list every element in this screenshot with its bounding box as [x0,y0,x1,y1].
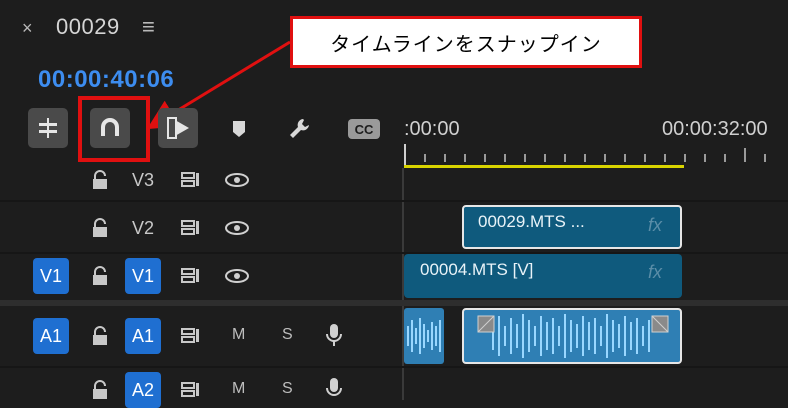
track-target-a2[interactable]: A2 [125,372,161,408]
clip-v1[interactable]: 00004.MTS [V] fx [404,254,682,298]
track-target-a2-label: A2 [131,379,155,400]
timeline-settings-button[interactable] [286,115,314,143]
track-target-a1-label: A1 [131,325,155,346]
source-patch-a1[interactable]: A1 [33,318,69,354]
ruler-mark-label: 00:00:32:00 [662,118,768,140]
sync-lock-v3-icon[interactable] [180,170,202,195]
time-ruler[interactable] [404,144,788,174]
track-separator [0,200,788,202]
wrench-icon [290,119,309,138]
linked-selection-button[interactable] [158,108,198,148]
captions-button[interactable]: CC [348,119,380,139]
nest-icon [39,118,57,138]
linked-selection-icon [167,117,189,139]
source-patch-v1-label: V1 [39,265,63,286]
track-name-v2[interactable]: V2 [132,218,154,239]
toggle-output-v1-eye-icon[interactable] [224,266,250,291]
track-target-v1-label: V1 [131,265,155,286]
track-separator [0,366,788,368]
marker-icon [233,121,245,137]
fx-badge-v2: fx [648,215,663,235]
lock-track-v3-icon[interactable] [90,170,110,195]
track-name-v3[interactable]: V3 [132,170,154,191]
lock-track-a1-icon[interactable] [90,326,110,351]
toggle-output-v3-eye-icon[interactable] [224,170,250,195]
toggle-output-v2-eye-icon[interactable] [224,218,250,243]
voice-over-record-a1-icon[interactable] [324,322,344,353]
insert-nested-sequence-button[interactable] [28,108,68,148]
track-target-a1[interactable]: A1 [125,318,161,354]
sync-lock-a2-icon[interactable] [180,380,202,405]
fx-badge-v1: fx [648,262,663,282]
track-target-v1[interactable]: V1 [125,258,161,294]
clip-v2-name: 00029.MTS ... [478,212,585,231]
add-marker-button[interactable] [228,118,250,140]
lock-track-v1-icon[interactable] [90,266,110,291]
mute-track-a2-button[interactable]: M [232,380,245,398]
sync-lock-v1-icon[interactable] [180,266,202,291]
lock-track-v2-icon[interactable] [90,218,110,243]
clip-v2[interactable]: 00029.MTS ... fx [462,205,682,249]
sync-lock-a1-icon[interactable] [180,326,202,351]
snap-highlight-frame [78,96,150,162]
clip-v1-name: 00004.MTS [V] [420,260,534,279]
voice-over-record-a2-icon[interactable] [324,376,344,405]
video-audio-divider[interactable] [0,300,788,306]
source-patch-a1-label: A1 [39,325,63,346]
lock-track-a2-icon[interactable] [90,380,110,405]
cc-label: CC [354,121,374,137]
solo-track-a1-button[interactable]: S [282,326,293,344]
source-patch-v1[interactable]: V1 [33,258,69,294]
ruler-start-label: :00:00 [404,118,460,140]
mute-track-a1-button[interactable]: M [232,326,245,344]
clip-a1-right[interactable] [462,308,682,364]
solo-track-a2-button[interactable]: S [282,380,293,398]
clip-a1-left[interactable] [404,308,444,364]
sync-lock-v2-icon[interactable] [180,218,202,243]
work-area-bar[interactable] [404,165,684,168]
